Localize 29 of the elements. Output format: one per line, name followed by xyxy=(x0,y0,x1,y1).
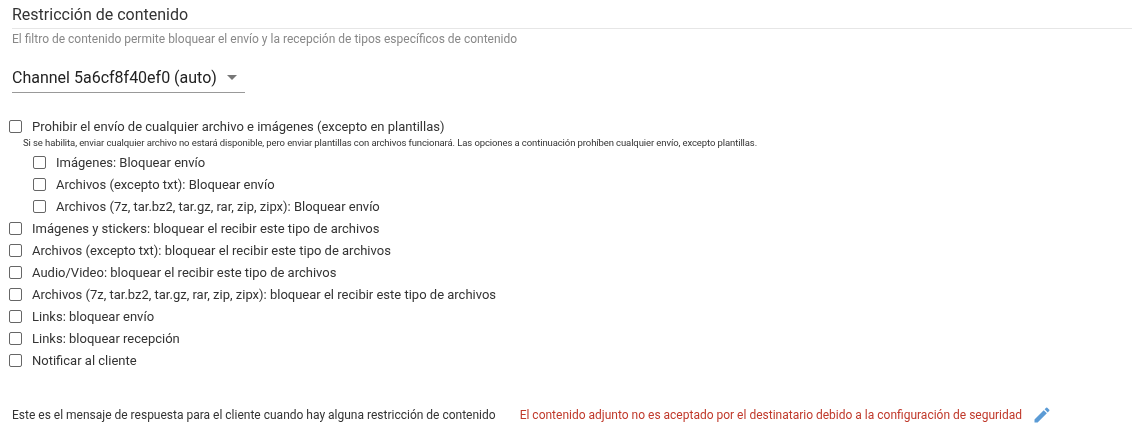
checkbox[interactable] xyxy=(9,119,22,133)
section-title: Restricción de contenido xyxy=(12,5,1132,29)
checkbox-label: Audio/Video: bloquear el recibir este tipo de archivos xyxy=(32,264,337,280)
checkbox-label: Notificar al cliente xyxy=(32,352,137,368)
caret-icon xyxy=(226,75,237,80)
checkbox-label: Archivos (excepto txt): bloquear el recibir este tipo de archivos xyxy=(32,242,391,258)
channel-select[interactable]: Channel 5a6cf8f40ef0 (auto) xyxy=(12,68,245,93)
checkbox-label: Prohibir el envío de cualquier archivo e imágenes (excepto en plantillas) xyxy=(32,118,445,134)
checkbox[interactable] xyxy=(9,287,22,301)
response-message-label: Este es el mensaje de respuesta para el cliente cuando hay alguna restricción de contenido xyxy=(12,408,496,422)
checkbox-label: Archivos (excepto txt): Bloquear envío xyxy=(56,176,275,192)
checkbox[interactable] xyxy=(9,221,22,235)
option-note: Si se habilita, enviar cualquier archivo no estará disponible, pero enviar plantillas con archivos funcionará. Las opciones a continuación prohíben cualquier envío, excepto plantillas. xyxy=(23,137,759,150)
checkbox[interactable] xyxy=(9,331,22,345)
checkbox-label: Archivos (7z, tar.bz2, tar.gz, rar, zip, zipx): bloquear el recibir este tipo de archivos xyxy=(32,286,497,302)
checkbox-label: Links: bloquear envío xyxy=(32,308,155,324)
checkbox-label: Archivos (7z, tar.bz2, tar.gz, rar, zip, zipx): Bloquear envío xyxy=(56,198,380,214)
checkbox-label: Links: bloquear recepción xyxy=(32,330,180,346)
checkbox[interactable] xyxy=(9,265,22,279)
checkbox-label: Imágenes y stickers: bloquear el recibir este tipo de archivos xyxy=(32,220,380,236)
checkbox[interactable] xyxy=(9,353,22,367)
checkbox[interactable] xyxy=(9,309,22,323)
response-message-text: El contenido adjunto no es aceptado por el destinatario debido a la configuración de seguridad xyxy=(519,408,1023,422)
checkbox[interactable] xyxy=(9,243,22,257)
checkbox[interactable] xyxy=(33,155,46,169)
checkbox-label: Imágenes: Bloquear envío xyxy=(56,154,206,170)
checkbox[interactable] xyxy=(33,199,46,213)
checkbox[interactable] xyxy=(33,177,46,191)
section-subtitle: El filtro de contenido permite bloquear el envío y la recepción de tipos específicos de contenido xyxy=(12,32,519,46)
